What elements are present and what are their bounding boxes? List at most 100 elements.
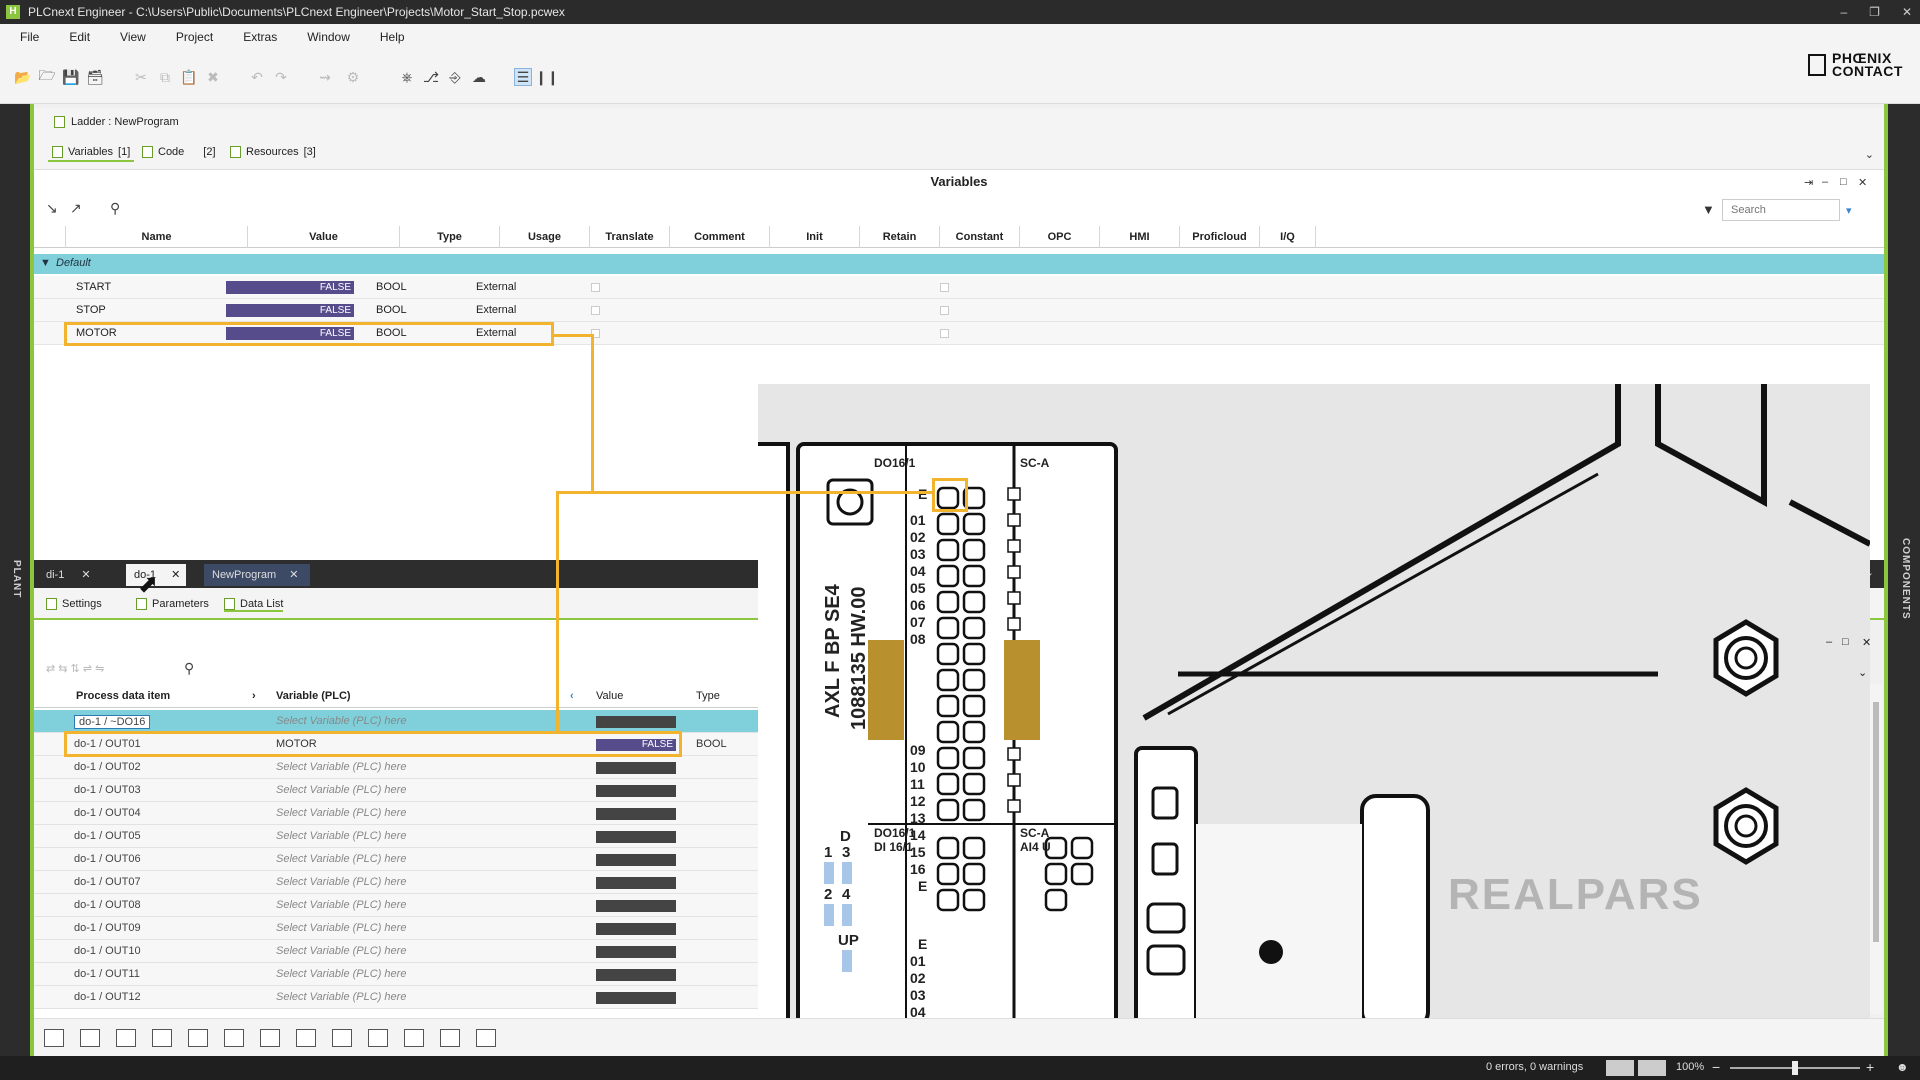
table-row[interactable]: do-1 / OUT04 Select Variable (PLC) here <box>34 802 760 825</box>
table-row[interactable]: do-1 / ~DO16 Select Variable (PLC) here <box>34 710 760 733</box>
table-row[interactable]: do-1 / OUT03 Select Variable (PLC) here <box>34 779 760 802</box>
menu-project[interactable]: Project <box>164 30 225 44</box>
col-proficloud[interactable]: Proficloud <box>1180 226 1260 248</box>
col-iq[interactable]: I/Q <box>1260 226 1316 248</box>
sync-view-icon[interactable] <box>404 1029 424 1047</box>
col-variable-plc[interactable]: Variable (PLC) <box>276 690 351 702</box>
collapse-all-icon[interactable]: ↘ <box>46 200 58 217</box>
tab-newprogram[interactable]: NewProgram ✕ <box>204 564 310 586</box>
translate-checkbox[interactable] <box>591 283 600 292</box>
close-tab-icon[interactable]: ✕ <box>289 569 298 581</box>
open-project-icon[interactable]: 🗁 <box>38 67 56 86</box>
var-value[interactable]: FALSE <box>226 304 354 317</box>
table-row[interactable]: do-1 / OUT10 Select Variable (PLC) here <box>34 940 760 963</box>
copy-icon[interactable]: ⧉ <box>156 68 174 86</box>
grid-toggle-icon[interactable] <box>1638 1060 1666 1076</box>
close-tab-icon[interactable]: ✕ <box>81 569 90 581</box>
menu-file[interactable]: File <box>8 30 51 44</box>
variables-search-input[interactable] <box>1722 199 1840 221</box>
menu-window[interactable]: Window <box>295 30 362 44</box>
table-row[interactable]: do-1 / OUT09 Select Variable (PLC) here <box>34 917 760 940</box>
tab-data-list[interactable]: Data List <box>224 598 284 612</box>
vertical-scrollbar[interactable] <box>1870 684 1882 1014</box>
chevron-down-icon[interactable]: ⌄ <box>1858 666 1867 679</box>
search-icon[interactable]: ⚲ <box>184 660 194 677</box>
online-icon[interactable]: ⚙ <box>344 68 362 86</box>
plant-label[interactable]: PLANT <box>11 560 22 598</box>
expand-all-icon[interactable]: ↗ <box>70 200 82 217</box>
fit-view-icon[interactable] <box>1606 1060 1634 1076</box>
tab-parameters[interactable]: Parameters <box>136 598 209 610</box>
col-process-data-item[interactable]: Process data item <box>76 690 170 702</box>
minimize-panel-icon[interactable]: – <box>1822 176 1828 188</box>
close-icon[interactable]: ✕ <box>1902 5 1912 19</box>
table-row[interactable]: do-1 / OUT02 Select Variable (PLC) here <box>34 756 760 779</box>
hierarchy-icon[interactable]: ⎇ <box>422 68 440 86</box>
chart-view-icon[interactable] <box>296 1029 316 1047</box>
col-opc[interactable]: OPC <box>1020 226 1100 248</box>
layout-columns-icon[interactable]: ❙❙ <box>535 68 558 86</box>
network-icon[interactable]: ⎈ <box>398 68 416 86</box>
delete-icon[interactable]: ✖ <box>204 68 222 86</box>
table-row[interactable]: START FALSE BOOL External <box>34 276 1884 299</box>
maximize-panel-icon[interactable]: □ <box>1840 176 1847 188</box>
tab-settings[interactable]: Settings <box>46 598 102 610</box>
watch-view-icon[interactable] <box>368 1029 388 1047</box>
menu-edit[interactable]: Edit <box>57 30 102 44</box>
search-view-icon[interactable] <box>80 1029 100 1047</box>
table-row[interactable]: do-1 / OUT06 Select Variable (PLC) here <box>34 848 760 871</box>
user-icon[interactable]: ☻ <box>1896 1060 1909 1074</box>
components-label[interactable]: COMPONENTS <box>1900 538 1911 620</box>
col-translate[interactable]: Translate <box>590 226 670 248</box>
chevron-down-icon[interactable]: ▼ <box>40 257 51 269</box>
col-usage[interactable]: Usage <box>500 226 590 248</box>
minimize-icon[interactable]: – <box>1840 5 1847 19</box>
minimize-panel-icon[interactable]: – <box>1826 636 1832 648</box>
notes-view-icon[interactable] <box>476 1029 496 1047</box>
cloud-icon[interactable]: ☁ <box>470 68 488 86</box>
chevron-right-icon[interactable]: › <box>252 690 256 702</box>
chevron-left-icon[interactable]: ‹ <box>570 690 574 702</box>
redo-icon[interactable]: ↷ <box>272 68 290 86</box>
device-view-icon[interactable] <box>440 1029 460 1047</box>
tab-code[interactable]: Code [2] <box>138 144 220 160</box>
col-value[interactable]: Value <box>596 690 623 702</box>
search-filter-icon[interactable]: ▾ <box>1846 204 1852 217</box>
zoom-out-icon[interactable]: − <box>1712 1059 1720 1075</box>
tab-variables[interactable]: Variables [1] <box>48 144 135 162</box>
constant-checkbox[interactable] <box>940 329 949 338</box>
col-type[interactable]: Type <box>400 226 500 248</box>
search-icon[interactable]: ⚲ <box>110 200 120 217</box>
table-row[interactable]: do-1 / OUT11 Select Variable (PLC) here <box>34 963 760 986</box>
layers-view-icon[interactable] <box>224 1029 244 1047</box>
constant-checkbox[interactable] <box>940 306 949 315</box>
refresh-view-icon[interactable] <box>152 1029 172 1047</box>
chevron-down-icon[interactable]: ⌄ <box>1865 148 1874 161</box>
monitor-view-icon[interactable] <box>260 1029 280 1047</box>
restore-icon[interactable]: ❐ <box>1869 5 1880 19</box>
list-view-icon[interactable] <box>44 1029 64 1047</box>
close-tab-icon[interactable]: ✕ <box>171 569 180 581</box>
constant-checkbox[interactable] <box>940 283 949 292</box>
menu-extras[interactable]: Extras <box>231 30 289 44</box>
zoom-in-icon[interactable]: + <box>1866 1059 1874 1075</box>
filter-icon[interactable]: ▼ <box>1702 202 1715 217</box>
table-row[interactable]: do-1 / OUT07 Select Variable (PLC) here <box>34 871 760 894</box>
save-icon[interactable]: 💾 <box>62 68 80 86</box>
maximize-panel-icon[interactable]: □ <box>1842 636 1849 648</box>
download-icon[interactable]: ⎆ <box>446 68 464 86</box>
col-retain[interactable]: Retain <box>860 226 940 248</box>
paste-icon[interactable]: 📋 <box>180 68 198 86</box>
col-hmi[interactable]: HMI <box>1100 226 1180 248</box>
tab-di-1[interactable]: di-1 ✕ <box>38 564 110 586</box>
group-row-default[interactable]: ▼ Default <box>34 254 1884 274</box>
layout-list-icon[interactable]: ☰ <box>514 68 532 86</box>
library-view-icon[interactable] <box>332 1029 352 1047</box>
tab-resources[interactable]: Resources [3] <box>226 144 320 160</box>
save-all-icon[interactable]: 🗃 <box>86 68 104 86</box>
cut-icon[interactable]: ✂ <box>132 68 150 86</box>
table-row[interactable]: STOP FALSE BOOL External <box>34 299 1884 322</box>
col-constant[interactable]: Constant <box>940 226 1020 248</box>
col-init[interactable]: Init <box>770 226 860 248</box>
col-type[interactable]: Type <box>696 690 720 702</box>
